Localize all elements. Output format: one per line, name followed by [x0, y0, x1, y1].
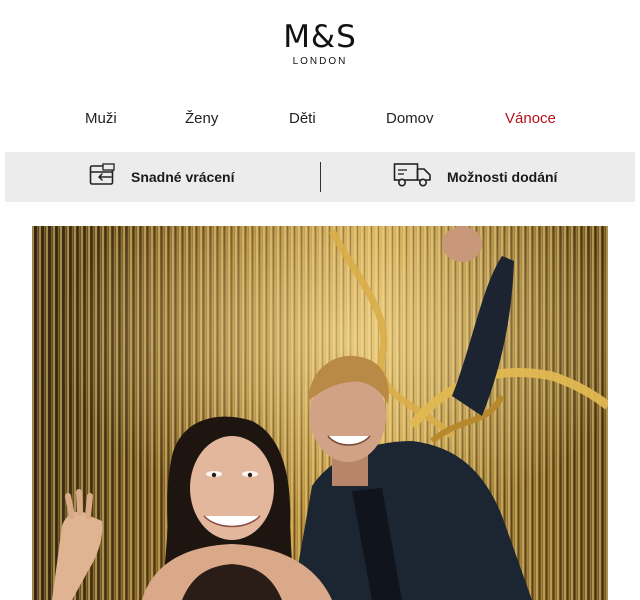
- nav-item-home[interactable]: Domov: [386, 108, 434, 130]
- delivery-options-link[interactable]: Možnosti dodání: [393, 152, 557, 202]
- nav-item-christmas[interactable]: Vánoce: [505, 108, 556, 130]
- hero-banner[interactable]: [32, 226, 608, 600]
- easy-returns-link[interactable]: Snadné vrácení: [89, 152, 235, 202]
- brand-name: M&S: [283, 19, 357, 55]
- benefits-divider: [320, 162, 321, 192]
- nav-item-men[interactable]: Muži: [85, 108, 117, 130]
- christmas-party-photo: [32, 226, 608, 600]
- delivery-options-label: Možnosti dodání: [447, 169, 558, 185]
- brand-logo[interactable]: M&S LONDON: [0, 20, 640, 68]
- brand-subtitle: LONDON: [292, 56, 348, 67]
- nav-item-women[interactable]: Ženy: [185, 108, 218, 130]
- main-nav: Muži Ženy Děti Domov Vánoce: [0, 108, 640, 130]
- benefits-bar: Snadné vrácení Možnosti dodání: [5, 152, 635, 202]
- returns-box-icon: [89, 162, 117, 192]
- nav-item-kids[interactable]: Děti: [289, 108, 316, 130]
- delivery-truck-icon: [393, 161, 433, 194]
- easy-returns-label: Snadné vrácení: [131, 169, 235, 185]
